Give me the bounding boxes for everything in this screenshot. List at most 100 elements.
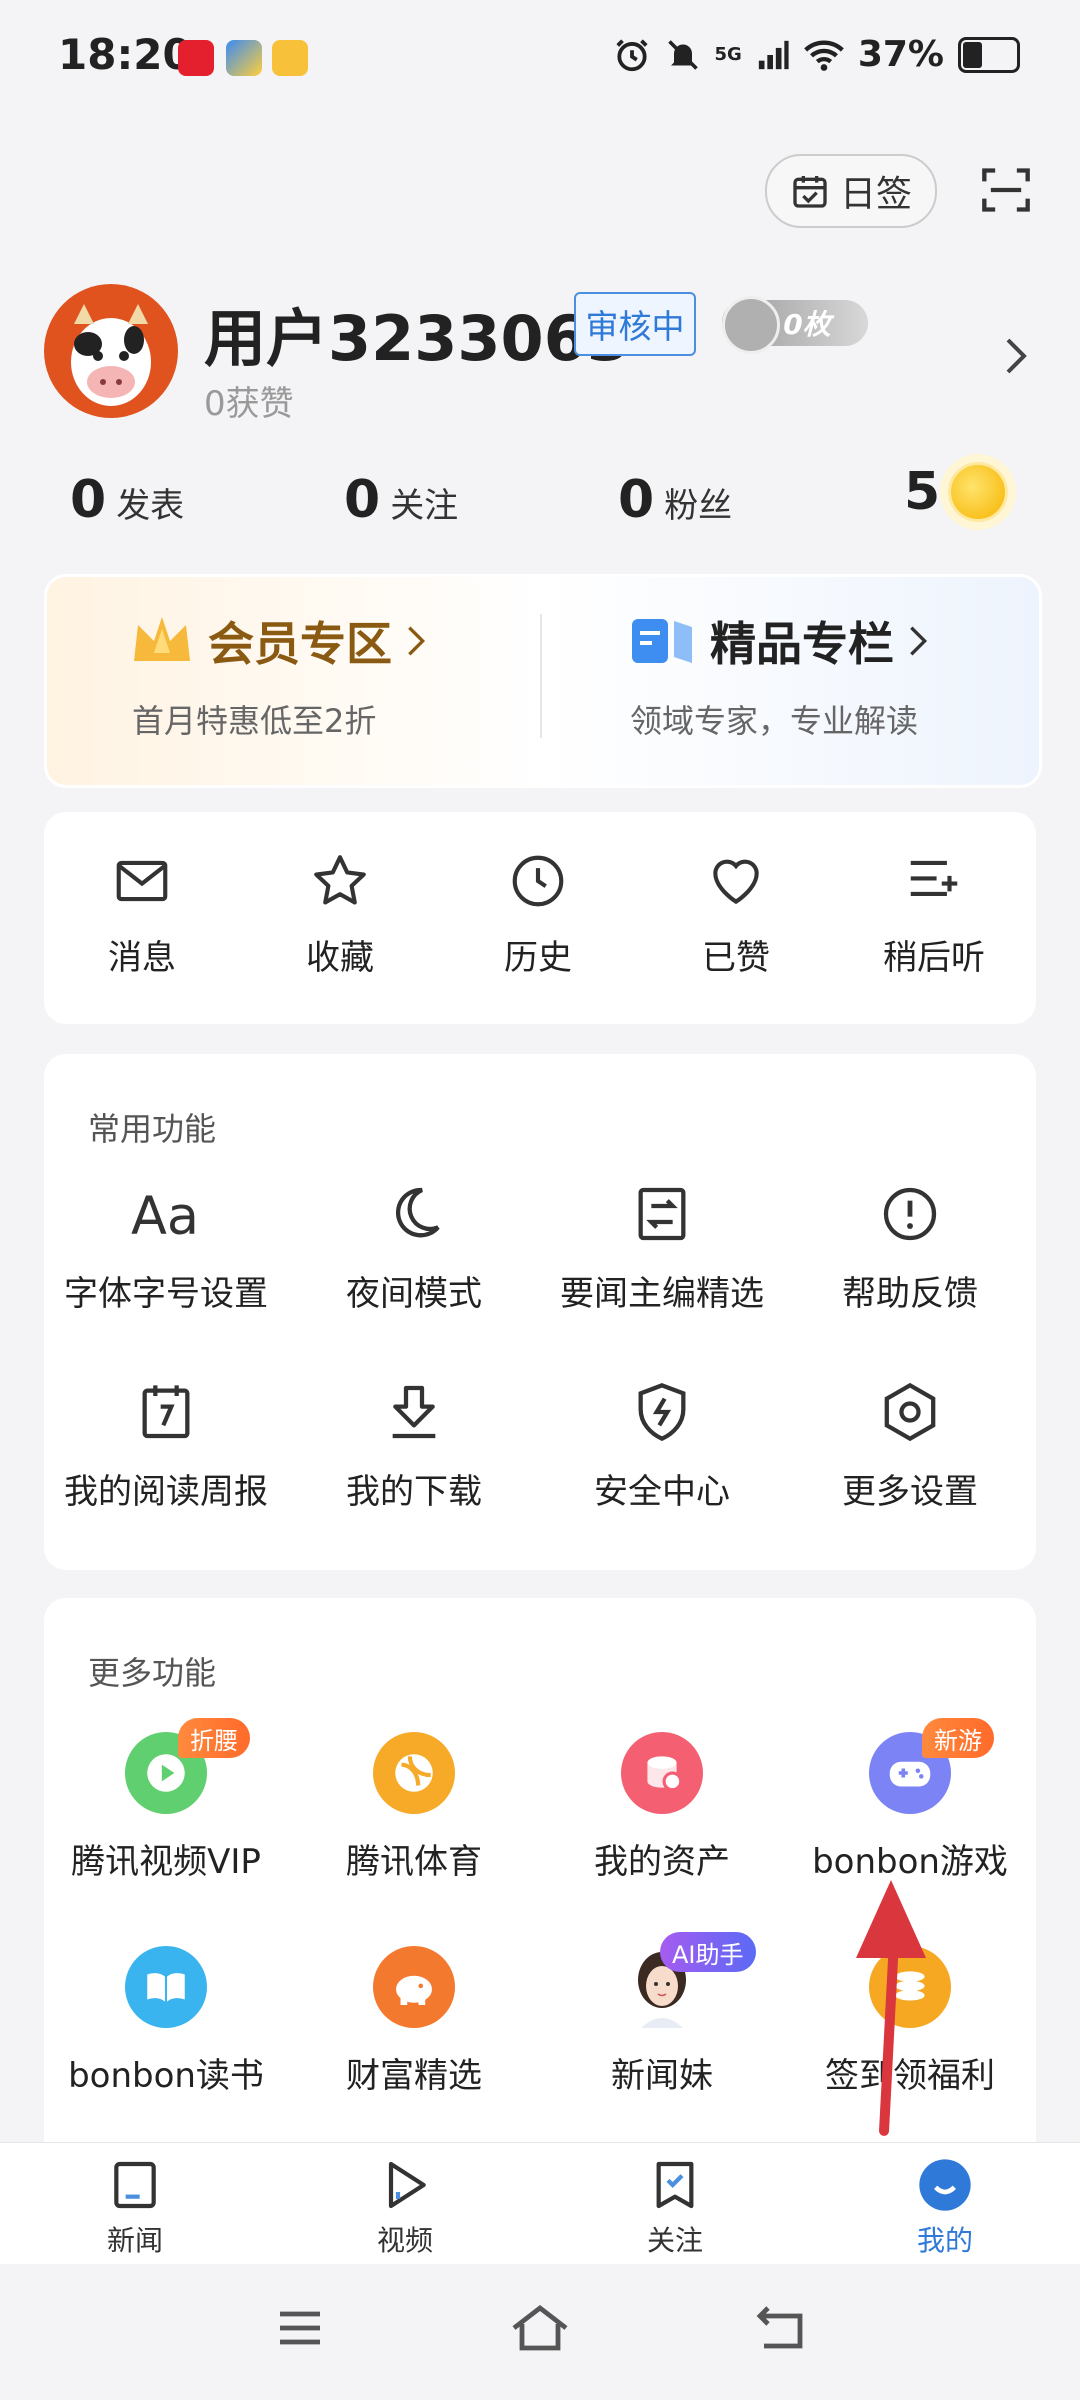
clock-icon [512, 855, 564, 907]
stat-posts[interactable]: 0 发表 [70, 470, 184, 530]
feature-wealth-picks[interactable]: 财富精选 [290, 1946, 538, 2097]
feature-tencent-sports[interactable]: 腾讯体育 [290, 1732, 538, 1883]
follow-tab-icon [656, 2161, 694, 2209]
feature-news-girl[interactable]: AI助手 新闻妹 [538, 1932, 786, 2097]
stat-value: 0 [70, 470, 107, 530]
chevron-right-icon[interactable] [1004, 336, 1028, 376]
tab-label: 视频 [376, 2224, 433, 2257]
quick-action-listen-later[interactable]: 稍后听 [834, 850, 1034, 979]
font-icon: Aa [131, 1186, 199, 1246]
alarm-icon [615, 38, 648, 71]
stat-following[interactable]: 0 关注 [344, 470, 458, 530]
tab-video[interactable]: 视频 [330, 2157, 480, 2259]
feature-more-settings[interactable]: 更多设置 [786, 1380, 1034, 1513]
username[interactable]: 用户3233063 [204, 288, 630, 378]
stat-value: 0 [344, 470, 381, 530]
me-tab-icon [919, 2159, 971, 2211]
vip-zone-link[interactable]: 会员专区 首月特惠低至2折 [130, 608, 426, 742]
quick-action-liked[interactable]: 已赞 [636, 850, 836, 979]
coin-icon [948, 462, 1009, 522]
feature-label: 腾讯视频VIP [71, 1842, 261, 1882]
feature-label: 我的阅读周报 [64, 1472, 268, 1512]
feature-label: bonbon游戏 [812, 1842, 1008, 1882]
quick-action-favorites[interactable]: 收藏 [240, 850, 440, 979]
feature-label: 要闻主编精选 [560, 1274, 764, 1314]
scan-icon[interactable] [980, 164, 1032, 216]
sports-icon [373, 1732, 455, 1814]
avatar[interactable] [44, 284, 178, 418]
tab-label: 关注 [646, 2224, 703, 2257]
mail-icon [116, 860, 168, 902]
star-icon [314, 855, 366, 905]
feature-security-center[interactable]: 安全中心 [538, 1380, 786, 1513]
likes-count: 0获赞 [204, 384, 294, 424]
medal-star-icon [722, 296, 780, 354]
menu-icon[interactable] [276, 2308, 324, 2348]
editor-pick-icon [638, 1187, 686, 1241]
wifi-icon [804, 40, 844, 71]
feature-my-assets[interactable]: 我的资产 [538, 1732, 786, 1883]
quick-action-history[interactable]: 历史 [438, 850, 638, 979]
status-time: 18:20 [58, 30, 192, 79]
shield-icon [638, 1383, 686, 1442]
assets-icon [621, 1732, 703, 1814]
feature-label: 我的下载 [346, 1472, 482, 1512]
column-book-icon [632, 619, 692, 663]
home-icon[interactable] [510, 2304, 570, 2352]
feature-night-mode[interactable]: 夜间模式 [290, 1182, 538, 1315]
checkin-button[interactable]: 日签 [765, 154, 937, 228]
vip-zone-title: 会员专区 [208, 617, 392, 671]
tab-follow[interactable]: 关注 [600, 2157, 750, 2259]
feature-tencent-video-vip[interactable]: 折腰 腾讯视频VIP [42, 1718, 290, 1883]
back-icon[interactable] [756, 2304, 806, 2350]
feature-label: 腾讯体育 [346, 1842, 482, 1882]
system-nav-bar [0, 2264, 1080, 2400]
chevron-right-icon [910, 626, 928, 656]
battery-percent: 37% [857, 34, 944, 75]
promo-divider [540, 614, 542, 738]
feature-label: 签到领福利 [825, 2056, 995, 2096]
feature-editor-picks[interactable]: 要闻主编精选 [538, 1182, 786, 1315]
bottom-tab-bar: 新闻 视频 关注 我的 [0, 2142, 1080, 2265]
quick-action-label: 历史 [504, 938, 572, 978]
book-icon [125, 1946, 207, 2028]
checkin-label: 日签 [839, 174, 912, 215]
premium-column-title: 精品专栏 [710, 617, 894, 671]
stat-label: 粉丝 [664, 486, 733, 526]
battery-icon [958, 36, 1020, 73]
cow-avatar-icon [71, 304, 151, 406]
settings-icon [884, 1382, 936, 1442]
feature-help-feedback[interactable]: 帮助反馈 [786, 1182, 1034, 1315]
crown-icon [134, 617, 190, 661]
quick-action-messages[interactable]: 消息 [42, 850, 242, 979]
feature-label: 字体字号设置 [64, 1274, 268, 1314]
feature-reading-report[interactable]: 我的阅读周报 [42, 1380, 290, 1513]
premium-column-link[interactable]: 精品专栏 领域专家，专业解读 [630, 608, 928, 742]
stat-followers[interactable]: 0 粉丝 [618, 470, 732, 530]
new-game-badge: 新游 [922, 1718, 994, 1758]
feature-bonbon-games[interactable]: 新游 bonbon游戏 [786, 1718, 1034, 1883]
feature-font-size[interactable]: Aa 字体字号设置 [42, 1182, 290, 1315]
svg-text:Aa: Aa [131, 1186, 199, 1246]
quick-action-label: 已赞 [702, 938, 770, 978]
feature-downloads[interactable]: 我的下载 [290, 1380, 538, 1513]
quick-action-label: 稍后听 [883, 938, 985, 978]
stat-label: 发表 [116, 486, 185, 526]
feature-label: 更多设置 [842, 1472, 978, 1512]
tab-me[interactable]: 我的 [870, 2157, 1020, 2259]
weibo-icon [272, 40, 308, 76]
mute-bell-icon [667, 39, 698, 70]
feature-label: 新闻妹 [611, 2056, 713, 2096]
tab-label: 我的 [916, 2224, 973, 2257]
feature-label: 帮助反馈 [842, 1274, 978, 1314]
common-features-title: 常用功能 [88, 1110, 217, 1148]
feature-label: 安全中心 [594, 1472, 730, 1512]
premium-column-subtitle: 领域专家，专业解读 [630, 702, 919, 740]
signal-icon [758, 40, 789, 69]
feature-checkin-rewards[interactable]: 签到领福利 [786, 1946, 1034, 2097]
feature-bonbon-reading[interactable]: bonbon读书 [42, 1946, 290, 2097]
promo-badge: 折腰 [178, 1718, 250, 1758]
tab-news[interactable]: 新闻 [60, 2157, 210, 2259]
coin-balance[interactable]: 5 [904, 462, 1009, 522]
help-icon [883, 1187, 937, 1241]
